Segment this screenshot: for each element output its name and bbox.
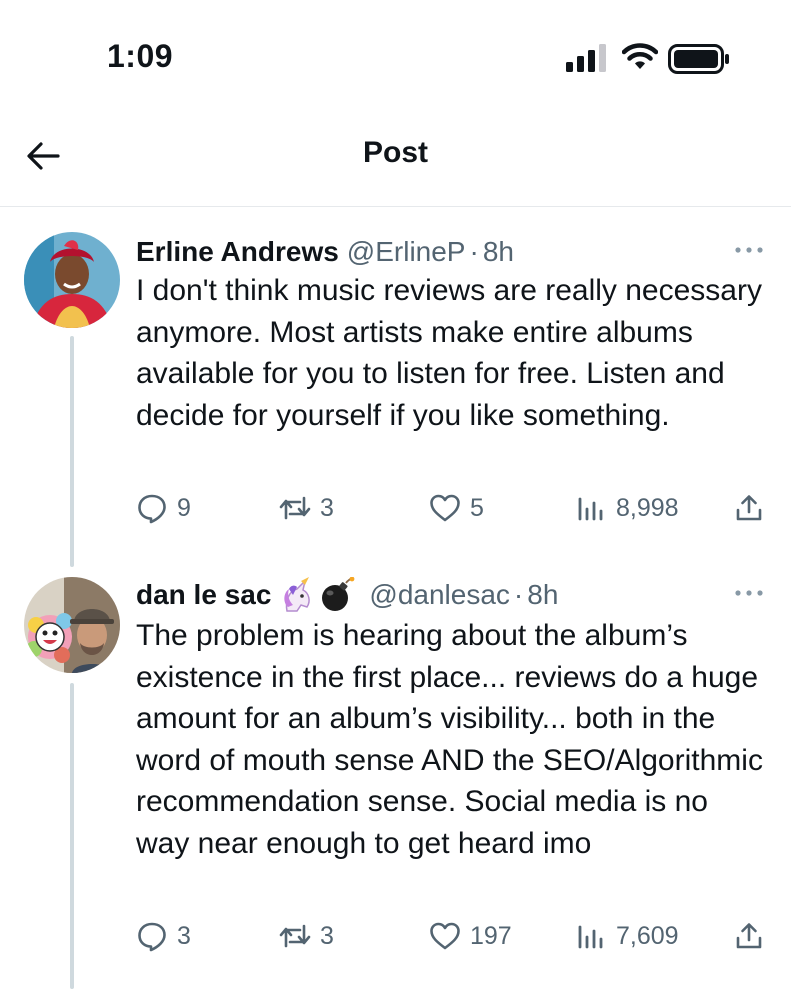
views-button[interactable]: 7,609 bbox=[574, 916, 679, 956]
post-time: 8h bbox=[527, 579, 559, 610]
heart-icon bbox=[430, 494, 460, 522]
reply-count: 9 bbox=[177, 493, 191, 522]
post-actions: 9 3 5 8,998 bbox=[0, 488, 791, 528]
author-name[interactable]: Erline Andrews bbox=[136, 236, 339, 268]
post-time: 8h bbox=[482, 236, 514, 267]
share-icon bbox=[736, 923, 762, 949]
avatar-dan-le-sac[interactable] bbox=[24, 577, 120, 673]
repost-button[interactable]: 3 bbox=[278, 916, 334, 956]
share-button[interactable] bbox=[734, 916, 768, 956]
like-button[interactable]: 197 bbox=[428, 916, 512, 956]
like-count: 197 bbox=[470, 921, 512, 950]
battery-icon bbox=[668, 44, 729, 74]
post-text: The problem is hearing about the album’s… bbox=[136, 619, 763, 860]
reply-icon bbox=[138, 494, 166, 524]
page-title: Post bbox=[362, 136, 428, 169]
share-button[interactable] bbox=[734, 488, 768, 528]
repost-button[interactable]: 3 bbox=[278, 488, 334, 528]
thread-line bbox=[70, 336, 74, 567]
reply-count: 3 bbox=[177, 921, 191, 950]
share-icon bbox=[736, 495, 762, 521]
wifi-icon bbox=[622, 43, 658, 69]
repost-icon bbox=[279, 496, 311, 520]
reply-button[interactable]: 9 bbox=[135, 488, 191, 528]
cellular-signal-icon bbox=[566, 44, 606, 72]
bomb-emoji-icon bbox=[322, 577, 355, 611]
heart-icon bbox=[430, 922, 460, 950]
post-text: I don't think music reviews are really n… bbox=[136, 274, 762, 432]
views-chart-icon bbox=[578, 497, 603, 521]
repost-count: 3 bbox=[320, 493, 334, 522]
view-count: 7,609 bbox=[616, 921, 679, 950]
separator: · bbox=[513, 579, 524, 610]
like-count: 5 bbox=[470, 493, 484, 522]
post-header: Erline Andrews @ErlineP · 8h bbox=[136, 232, 514, 272]
like-button[interactable]: 5 bbox=[428, 488, 484, 528]
views-button[interactable]: 8,998 bbox=[574, 488, 679, 528]
status-bar: 1:09 bbox=[0, 0, 791, 110]
avatar-erline-andrews[interactable] bbox=[24, 232, 120, 328]
author-name[interactable]: dan le sac bbox=[136, 579, 271, 611]
author-handle[interactable]: @ErlineP bbox=[347, 236, 466, 268]
reply-button[interactable]: 3 bbox=[135, 916, 191, 956]
post-dan-le-sac[interactable]: dan le sac @danlesac · 8h The problem is… bbox=[0, 575, 791, 994]
repost-icon bbox=[279, 924, 311, 948]
reply-icon bbox=[138, 922, 166, 952]
top-nav-bar: Post bbox=[0, 110, 791, 207]
post-erline-andrews[interactable]: Erline Andrews @ErlineP · 8h I don't thi… bbox=[0, 232, 791, 567]
author-handle[interactable]: @danlesac bbox=[369, 579, 510, 611]
views-chart-icon bbox=[578, 925, 603, 949]
more-options-icon[interactable] bbox=[734, 242, 764, 258]
more-options-icon[interactable] bbox=[734, 585, 764, 601]
status-time: 1:09 bbox=[107, 38, 174, 74]
repost-count: 3 bbox=[320, 921, 334, 950]
unicorn-emoji-icon bbox=[284, 577, 311, 612]
post-actions: 3 3 197 7,609 bbox=[0, 916, 791, 956]
separator: · bbox=[469, 236, 479, 267]
post-header: dan le sac @danlesac · 8h bbox=[136, 575, 558, 615]
view-count: 8,998 bbox=[616, 493, 679, 522]
